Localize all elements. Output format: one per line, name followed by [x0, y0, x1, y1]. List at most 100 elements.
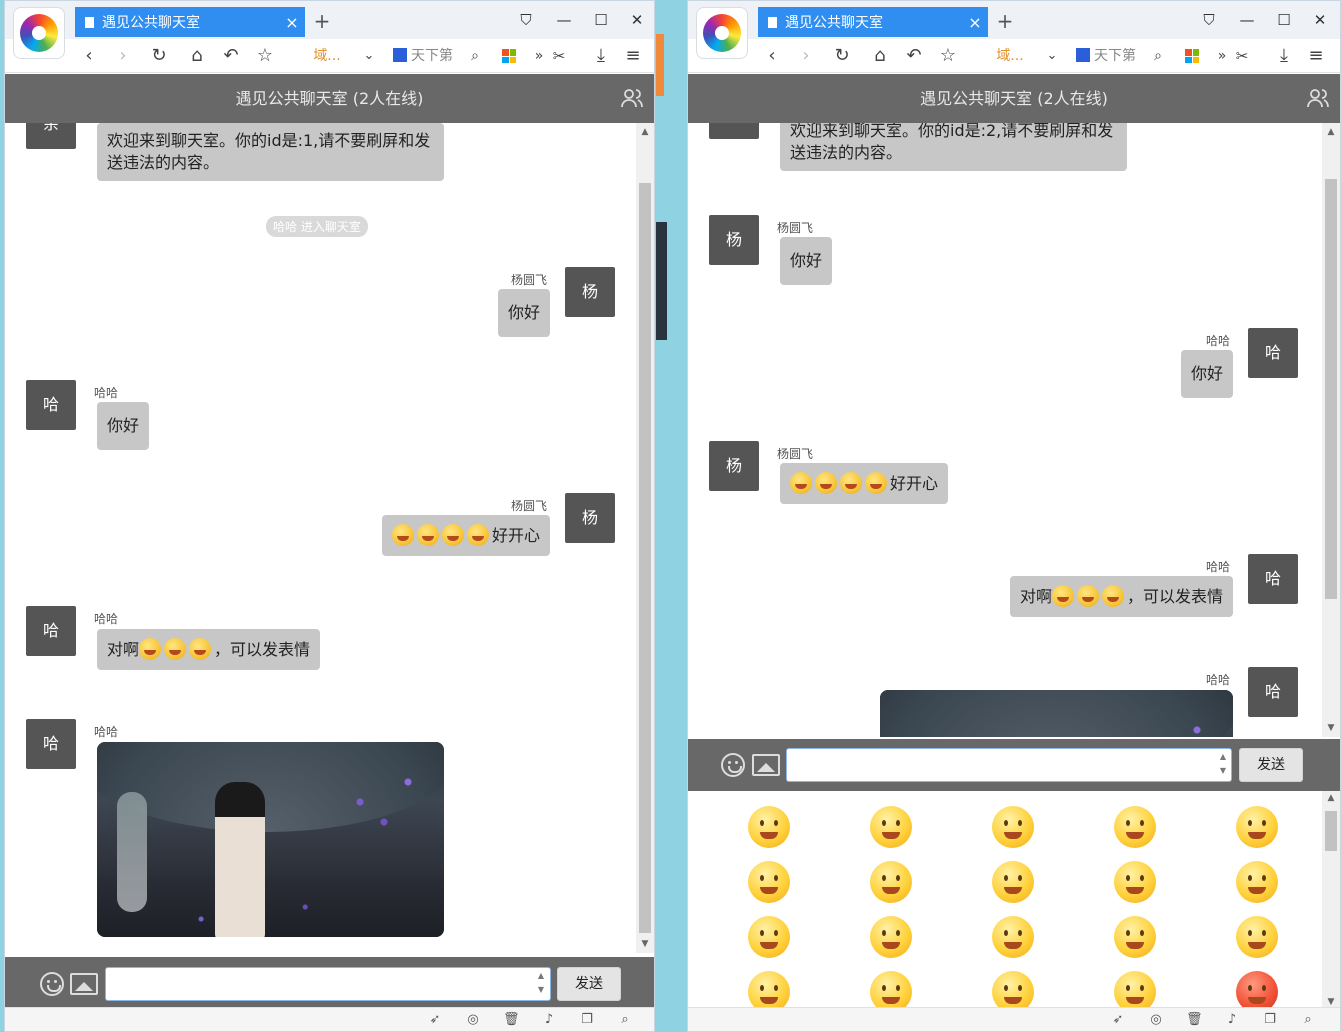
search-icon[interactable]: ⌕	[461, 43, 489, 69]
message-scrollbar[interactable]: ▲ ▼	[636, 123, 654, 953]
input-spinner-icon[interactable]: ▲ ▼	[1216, 750, 1230, 780]
emoji-cell[interactable]	[708, 799, 830, 854]
emoji-cell[interactable]	[1074, 909, 1196, 964]
network-icon[interactable]: ◎	[1148, 1012, 1164, 1028]
refresh-icon[interactable]: ↻	[145, 43, 173, 69]
bookmark-star-icon[interactable]: ☆	[251, 43, 279, 69]
browser-logo[interactable]	[13, 7, 65, 59]
screenshot-scissors-icon[interactable]: ✂	[545, 43, 573, 69]
emoji-cell[interactable]	[1196, 909, 1318, 964]
scroll-down-icon[interactable]: ▼	[1322, 997, 1340, 1007]
scroll-down-icon[interactable]: ▼	[1322, 723, 1340, 733]
rocket-icon[interactable]: ➶	[1110, 1012, 1126, 1028]
trash-icon[interactable]: 🗑	[503, 1012, 520, 1028]
send-image-icon[interactable]	[752, 754, 780, 776]
close-tab-icon[interactable]: ×	[279, 13, 305, 32]
emoji-cell[interactable]	[1074, 799, 1196, 854]
back-icon[interactable]: ‹	[758, 43, 786, 69]
message-input[interactable]	[105, 967, 551, 1001]
address-dropdown-icon[interactable]: ⌄	[355, 43, 383, 69]
minimize-button[interactable]: —	[1229, 7, 1265, 33]
new-tab-button[interactable]: +	[994, 7, 1016, 35]
emoji-cell[interactable]	[830, 909, 952, 964]
refresh-icon[interactable]: ↻	[828, 43, 856, 69]
emoji-picker-icon[interactable]	[721, 753, 745, 777]
send-button[interactable]: 发送	[557, 967, 621, 1001]
message-input[interactable]	[786, 748, 1232, 782]
menu-icon[interactable]: ≡	[619, 43, 647, 69]
scroll-up-icon[interactable]: ▲	[1322, 793, 1340, 803]
forward-icon[interactable]: ›	[109, 43, 137, 69]
tab-chatroom[interactable]: 遇见公共聊天室 ×	[758, 7, 988, 37]
download-icon[interactable]: ⤓	[1270, 43, 1298, 69]
trash-icon[interactable]: 🗑	[1186, 1012, 1203, 1028]
emoji-cell[interactable]	[1074, 854, 1196, 909]
skin-icon[interactable]: ⛉	[1191, 7, 1227, 33]
emoji-picker-icon[interactable]	[40, 972, 64, 996]
forward-icon[interactable]: ›	[792, 43, 820, 69]
sound-icon[interactable]: ♪	[1224, 1012, 1240, 1028]
sound-icon[interactable]: ♪	[541, 1012, 557, 1028]
address-bar[interactable]: 域...	[980, 44, 1040, 68]
emoji-cell[interactable]	[830, 964, 952, 1009]
scroll-up-icon[interactable]: ▲	[636, 127, 654, 137]
search-icon[interactable]: ⌕	[1144, 43, 1172, 69]
close-window-button[interactable]: ✕	[619, 7, 654, 33]
apps-icon[interactable]	[1185, 49, 1199, 63]
message-list[interactable]: 余 欢迎来到聊天室。你的id是:1,请不要刷屏和发送违法的内容。 哈哈 进入聊天…	[5, 123, 635, 953]
home-icon[interactable]: ⌂	[866, 43, 894, 69]
back-icon[interactable]: ‹	[75, 43, 103, 69]
download-icon[interactable]: ⤓	[587, 43, 615, 69]
zoom-icon[interactable]: ⌕	[1300, 1012, 1316, 1028]
browser-logo[interactable]	[696, 7, 748, 59]
maximize-button[interactable]: ☐	[1266, 7, 1302, 33]
address-dropdown-icon[interactable]: ⌄	[1038, 43, 1066, 69]
emoji-cell[interactable]	[952, 854, 1074, 909]
undo-icon[interactable]: ↶	[900, 43, 928, 69]
scroll-thumb[interactable]	[1325, 811, 1337, 851]
minimize-button[interactable]: —	[546, 7, 582, 33]
emoji-cell[interactable]	[1196, 799, 1318, 854]
scroll-down-icon[interactable]: ▼	[636, 939, 654, 949]
emoji-cell[interactable]	[1074, 964, 1196, 1009]
image-message[interactable]	[97, 742, 444, 937]
message-list[interactable]: 欢迎来到聊天室。你的id是:2,请不要刷屏和发送违法的内容。 杨 杨圆飞 你好 …	[688, 123, 1318, 737]
emoji-cell[interactable]	[708, 964, 830, 1009]
menu-icon[interactable]: ≡	[1302, 43, 1330, 69]
undo-icon[interactable]: ↶	[217, 43, 245, 69]
send-button[interactable]: 发送	[1239, 748, 1303, 782]
rocket-icon[interactable]: ➶	[427, 1012, 443, 1028]
image-message[interactable]	[880, 690, 1233, 737]
scroll-thumb[interactable]	[639, 183, 651, 933]
emoji-cell[interactable]	[708, 909, 830, 964]
home-icon[interactable]: ⌂	[183, 43, 211, 69]
emoji-cell[interactable]	[952, 909, 1074, 964]
scroll-thumb[interactable]	[1325, 179, 1337, 599]
send-image-icon[interactable]	[70, 973, 98, 995]
close-tab-icon[interactable]: ×	[962, 13, 988, 32]
bookmark-star-icon[interactable]: ☆	[934, 43, 962, 69]
screenshot-scissors-icon[interactable]: ✂	[1228, 43, 1256, 69]
emoji-cell[interactable]	[830, 854, 952, 909]
skin-icon[interactable]: ⛉	[508, 7, 544, 33]
network-icon[interactable]: ◎	[465, 1012, 481, 1028]
emoji-cell[interactable]	[1196, 854, 1318, 909]
zoom-icon[interactable]: ⌕	[617, 1012, 633, 1028]
window-icon[interactable]: ❐	[579, 1012, 595, 1028]
address-bar[interactable]: 域...	[297, 44, 357, 68]
window-icon[interactable]: ❐	[1262, 1012, 1278, 1028]
users-icon[interactable]	[620, 86, 644, 110]
users-icon[interactable]	[1306, 86, 1330, 110]
emoji-cell[interactable]	[952, 964, 1074, 1009]
new-tab-button[interactable]: +	[311, 7, 333, 35]
input-spinner-icon[interactable]: ▲ ▼	[534, 969, 548, 999]
emoji-cell[interactable]	[1196, 964, 1318, 1009]
message-scrollbar[interactable]: ▲ ▼	[1322, 123, 1340, 737]
emoji-cell[interactable]	[708, 854, 830, 909]
close-window-button[interactable]: ✕	[1302, 7, 1338, 33]
emoji-scrollbar[interactable]: ▲ ▼	[1322, 791, 1340, 1009]
emoji-cell[interactable]	[952, 799, 1074, 854]
scroll-up-icon[interactable]: ▲	[1322, 127, 1340, 137]
apps-icon[interactable]	[502, 49, 516, 63]
maximize-button[interactable]: ☐	[583, 7, 619, 33]
